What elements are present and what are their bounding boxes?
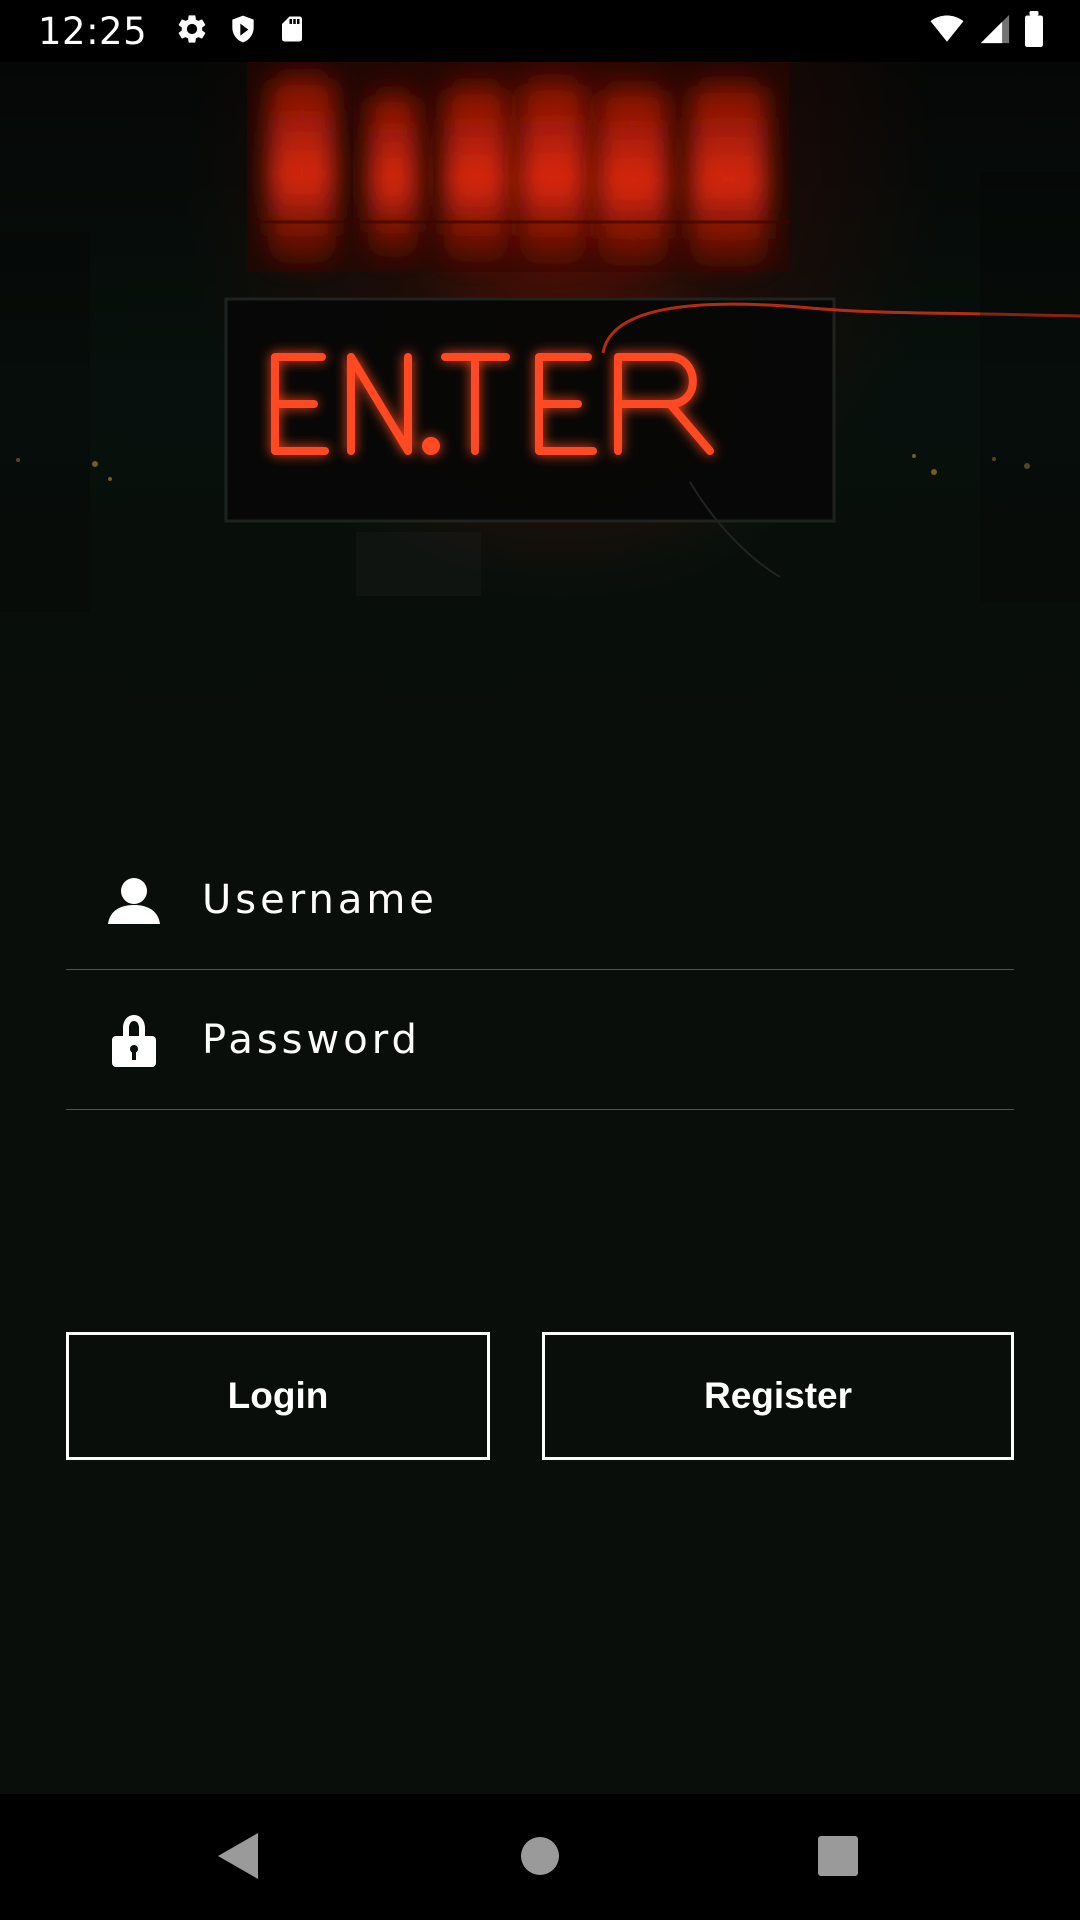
login-button[interactable]: Login	[66, 1332, 490, 1460]
action-buttons: Login Register	[66, 1332, 1014, 1462]
password-input[interactable]	[202, 998, 992, 1082]
phone-screen: 12:25 Username Login Register	[0, 0, 1080, 1920]
password-field[interactable]	[66, 970, 1014, 1110]
user-icon	[106, 872, 162, 928]
hero-neon-sign-image	[0, 62, 1080, 762]
home-icon	[519, 1835, 561, 1880]
recents-icon	[817, 1835, 859, 1880]
sd-card-icon	[277, 12, 307, 50]
login-form	[66, 830, 1014, 1110]
status-right-icons	[926, 11, 1046, 51]
status-time: 12:25	[38, 9, 148, 53]
status-left-icons	[175, 12, 307, 50]
navigation-bar	[0, 1794, 1080, 1920]
username-input[interactable]	[202, 858, 992, 942]
home-button[interactable]	[511, 1828, 569, 1886]
signal-icon	[978, 12, 1012, 50]
shield-icon	[227, 12, 259, 50]
login-screen: Login Register	[0, 62, 1080, 1794]
wifi-icon	[926, 12, 968, 50]
username-field[interactable]	[66, 830, 1014, 970]
back-button[interactable]	[210, 1828, 268, 1886]
neon-sign-illustration	[0, 62, 1080, 612]
back-icon	[215, 1830, 263, 1885]
status-bar: 12:25	[0, 0, 1080, 62]
upper-red-reflection	[247, 62, 790, 272]
lock-icon	[106, 1012, 162, 1068]
battery-icon	[1022, 11, 1046, 51]
settings-icon	[175, 12, 209, 50]
recents-button[interactable]	[809, 1828, 867, 1886]
register-button[interactable]: Register	[542, 1332, 1014, 1460]
